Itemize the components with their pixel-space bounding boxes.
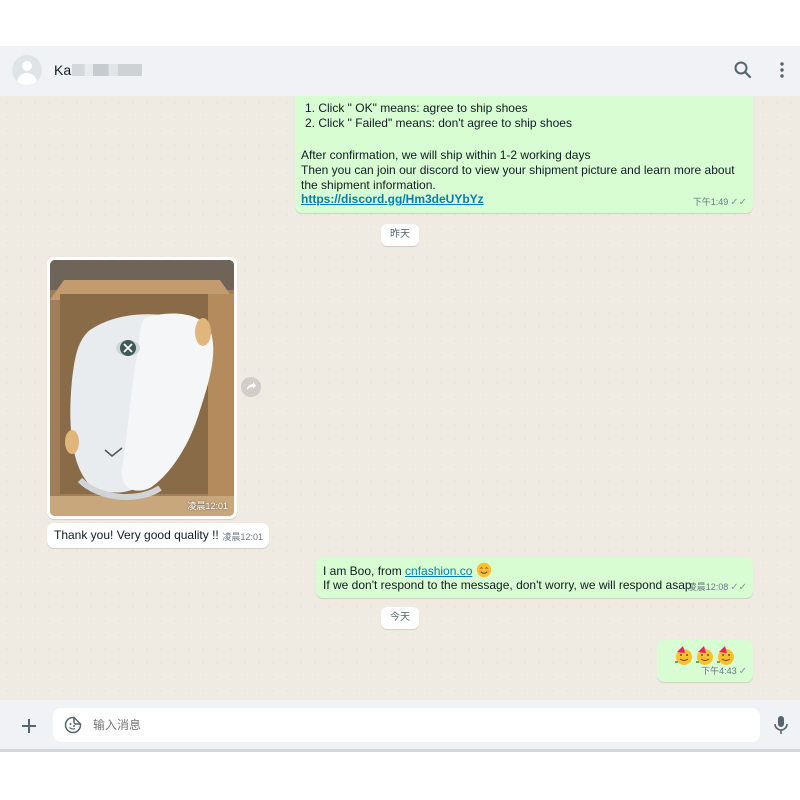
message-photo[interactable]: 凌晨12:01	[47, 257, 237, 519]
message-intro[interactable]: I am Boo, from cnfashion.co If we don't …	[316, 557, 753, 598]
read-receipt-icon: ✓✓	[730, 582, 747, 593]
contact-name-redaction	[72, 64, 142, 76]
date-divider-today: 今天	[381, 607, 419, 629]
message-emoji[interactable]: 下午4:43 ✓	[657, 640, 753, 682]
message-meta: 凌晨12:08 ✓✓	[688, 580, 747, 595]
confirm-paragraph-1: After confirmation, we will ship within …	[301, 148, 591, 162]
message-list[interactable]: 1. Click " OK" means: agree to ship shoe…	[0, 96, 800, 700]
message-meta: 下午4:43 ✓	[701, 664, 747, 679]
smiling-face-emoji-icon	[476, 562, 491, 578]
kebab-menu-icon[interactable]	[772, 60, 792, 80]
forward-icon	[247, 382, 256, 390]
sent-receipt-icon: ✓	[738, 666, 747, 677]
microphone-icon[interactable]	[772, 715, 790, 735]
window-bottom-edge	[0, 749, 800, 752]
photo-time: 凌晨12:01	[187, 501, 228, 511]
confirm-item-2: 2. Click " Failed" means: don't agree to…	[305, 116, 572, 130]
intro-line-2: If we don't respond to the message, don'…	[323, 578, 692, 592]
chat-window: Ka 1. Click " OK" means: agree to ship s…	[0, 46, 800, 752]
discord-link[interactable]: https://discord.gg/Hm3deUYbYz	[301, 192, 484, 207]
message-text: Thank you! Very good quality !!	[54, 528, 219, 542]
intro-prefix: I am Boo, from	[323, 564, 406, 578]
composer-bar	[0, 700, 800, 752]
message-thanks[interactable]: Thank you! Very good quality !! 凌晨12:01	[47, 523, 269, 548]
date-divider-yesterday: 昨天	[381, 224, 419, 246]
read-receipt-icon: ✓✓	[730, 197, 747, 208]
confirm-item-1: 1. Click " OK" means: agree to ship shoe…	[305, 101, 528, 115]
forward-button[interactable]	[241, 377, 261, 397]
plus-icon[interactable]	[19, 716, 39, 736]
contact-avatar[interactable]	[12, 55, 42, 85]
confirm-paragraph-3: the shipment information.	[301, 178, 436, 192]
message-time: 下午1:49	[692, 197, 729, 207]
message-time: 下午4:43	[701, 666, 737, 676]
message-meta: 下午1:49 ✓✓	[693, 195, 747, 210]
message-time: 凌晨12:08	[687, 582, 729, 592]
contact-name[interactable]: Ka	[54, 62, 71, 78]
chat-header: Ka	[0, 46, 800, 97]
message-confirmation[interactable]: 1. Click " OK" means: agree to ship shoe…	[295, 96, 753, 213]
avatar-head-shape	[22, 61, 32, 71]
shoe-photo-image	[50, 260, 234, 516]
shoe-box-photo[interactable]: 凌晨12:01	[50, 260, 234, 516]
search-icon[interactable]	[733, 60, 753, 80]
avatar-body-shape	[17, 73, 37, 85]
party-face-emoji-icon	[675, 646, 734, 665]
confirm-paragraph-2: Then you can join our discord to view yo…	[301, 163, 735, 177]
message-input-box[interactable]	[53, 708, 760, 742]
cnfashion-link[interactable]: cnfashion.co	[405, 564, 472, 578]
message-input[interactable]	[93, 708, 733, 742]
intro-line-1: I am Boo, from cnfashion.co	[323, 562, 492, 579]
message-time: 凌晨12:01	[222, 532, 263, 542]
sticker-icon[interactable]	[64, 716, 82, 734]
